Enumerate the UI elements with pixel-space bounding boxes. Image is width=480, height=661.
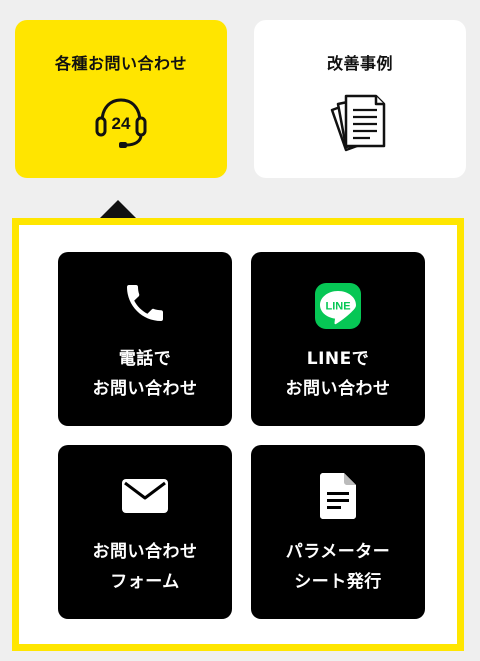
parameter-sheet-button[interactable]: パラメーター シート発行 — [251, 445, 425, 619]
tab-contact-label: 各種お問い合わせ — [54, 54, 187, 73]
phone-contact-line2: お問い合わせ — [92, 379, 198, 399]
line-contact-line2: お問い合わせ — [285, 379, 391, 399]
form-contact-line1: お問い合わせ — [92, 542, 198, 562]
document-icon — [320, 473, 356, 519]
line-contact-label: LINEで お問い合わせ — [251, 344, 425, 404]
phone-icon — [127, 285, 163, 321]
phone-contact-button[interactable]: 電話で お問い合わせ — [58, 252, 232, 426]
parameter-sheet-line2: シート発行 — [294, 572, 382, 592]
line-icon-text: LINE — [325, 301, 350, 313]
phone-contact-line1: 電話で — [118, 349, 172, 369]
contact-options-panel: 電話で お問い合わせ LINE LINEで お問い合わせ お問い合わせ フォーム — [12, 218, 464, 651]
tab-improvement-cases[interactable]: 改善事例 — [254, 20, 466, 178]
tab-contact[interactable]: 各種お問い合わせ 24 — [15, 20, 227, 178]
line-contact-button[interactable]: LINE LINEで お問い合わせ — [251, 252, 425, 426]
active-tab-pointer — [99, 200, 137, 219]
mail-icon — [122, 479, 168, 513]
parameter-sheet-line1: パラメーター — [285, 542, 391, 562]
form-contact-button[interactable]: お問い合わせ フォーム — [58, 445, 232, 619]
headset-badge: 24 — [112, 114, 131, 133]
headset-24-icon: 24 — [95, 98, 147, 148]
tab-cases-label: 改善事例 — [326, 54, 393, 73]
form-contact-line2: フォーム — [110, 572, 180, 592]
form-contact-label: お問い合わせ フォーム — [58, 537, 232, 597]
phone-contact-label: 電話で お問い合わせ — [58, 344, 232, 404]
line-contact-line1: LINEで — [306, 349, 370, 369]
line-icon: LINE — [315, 283, 361, 329]
documents-icon — [330, 94, 386, 152]
parameter-sheet-label: パラメーター シート発行 — [251, 537, 425, 597]
